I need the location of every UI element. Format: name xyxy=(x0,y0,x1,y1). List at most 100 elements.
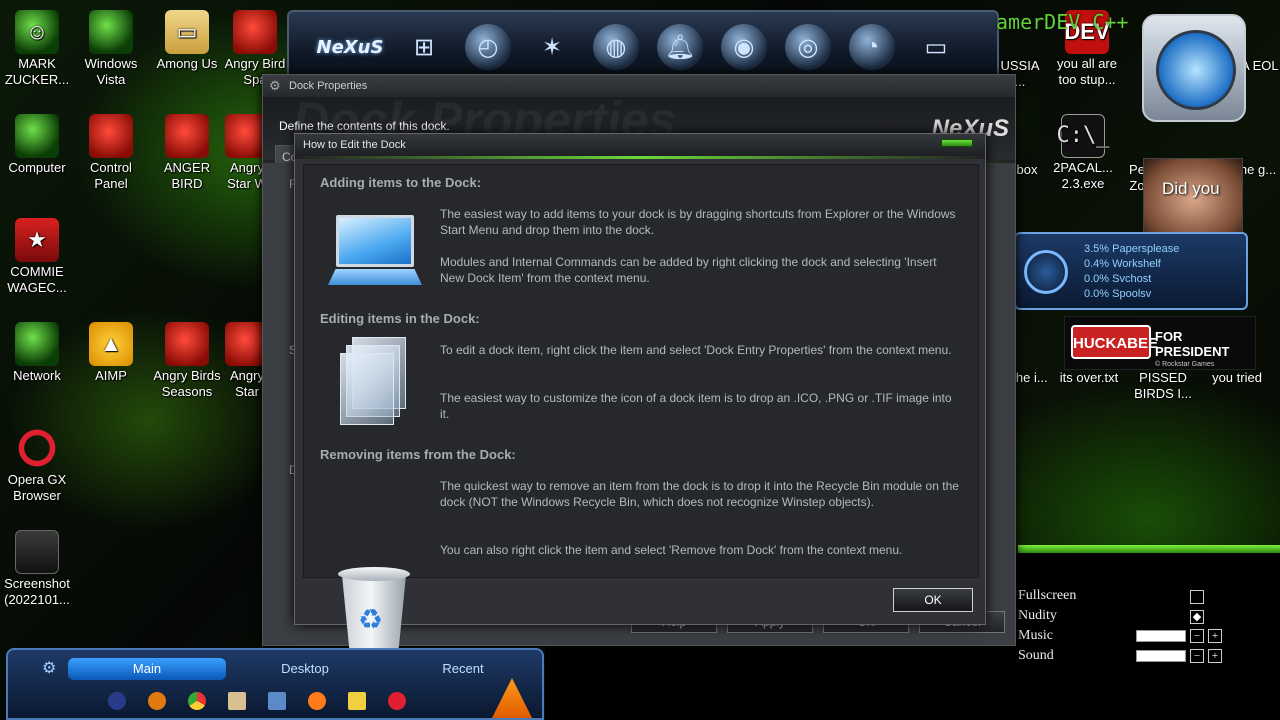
define-text: Define the contents of this dock. xyxy=(279,119,450,133)
desktop-icon-pissed-birds[interactable]: PISSED BIRDS I... xyxy=(1126,370,1200,402)
control-panel-icon xyxy=(89,114,133,158)
clock-face-icon xyxy=(1156,30,1236,110)
clock-widget[interactable] xyxy=(1142,14,1246,122)
explorer-icon[interactable] xyxy=(268,692,286,710)
book-icon[interactable] xyxy=(228,692,246,710)
webcam-icon[interactable]: ◉ xyxy=(721,24,767,70)
process-list: 3.5% Papersplease 0.4% Workshelf 0.0% Sv… xyxy=(1084,242,1179,302)
browser-icon[interactable]: ◔ xyxy=(849,24,895,70)
dock-properties-titlebar[interactable]: ⚙ Dock Properties xyxy=(263,75,1015,97)
process-row: 0.0% Svchost xyxy=(1084,273,1152,285)
computer-icon xyxy=(15,114,59,158)
music-plus-button[interactable]: + xyxy=(1208,629,1222,643)
process-row: 0.4% Workshelf xyxy=(1084,258,1161,270)
winstep-icon[interactable] xyxy=(108,692,126,710)
glass-panes-icon xyxy=(338,337,412,429)
meme-photo[interactable]: Did you xyxy=(1143,158,1243,234)
desktop-icon-angry-birds-seasons[interactable]: Angry Birds Seasons xyxy=(150,322,224,400)
nexus-logo[interactable]: NeXuS xyxy=(317,24,384,70)
desktop-icon-label: the i... xyxy=(1012,370,1048,385)
sound-plus-button[interactable]: + xyxy=(1208,649,1222,663)
shield-icon[interactable]: ✶ xyxy=(529,24,575,70)
desktop-icon-control-panel[interactable]: Control Panel xyxy=(74,114,148,192)
monitor-icon[interactable]: ▭ xyxy=(913,24,959,70)
commie-icon: ★ xyxy=(15,218,59,262)
desktop-icon-mark-zuckerberg[interactable]: ☺ MARK ZUCKER... xyxy=(0,10,74,88)
setting-label: Music xyxy=(1018,628,1053,643)
game-green-strip xyxy=(1018,545,1280,553)
music-minus-button[interactable]: − xyxy=(1190,629,1204,643)
system-monitor-widget[interactable]: 3.5% Papersplease 0.4% Workshelf 0.0% Sv… xyxy=(1014,232,1248,310)
chrome-icon[interactable] xyxy=(188,692,206,710)
desktop-icon-label: you all are too stup... xyxy=(1057,56,1117,87)
desktop-icon-label: Among Us xyxy=(156,56,218,71)
desktop-icon-you-tried[interactable]: you tried xyxy=(1200,370,1274,386)
desktop-icon-among-us[interactable]: ▭ Among Us xyxy=(150,10,224,72)
dialog-title: How to Edit the Dock xyxy=(303,139,406,151)
aimp-icon: ▲ xyxy=(89,322,133,366)
top-dock: NeXuS ⊞ ◴ ✶ ◍ 🔔︎ ◉ ◎ ◔ ▭ xyxy=(287,10,999,84)
desktop-icon-label: 2PACAL... 2.3.exe xyxy=(1053,160,1113,191)
start-tabs: Main Desktop Recent xyxy=(68,658,542,680)
screenshot-icon xyxy=(15,530,59,574)
opera-icon[interactable] xyxy=(388,692,406,710)
tab-desktop[interactable]: Desktop xyxy=(226,658,384,680)
start-panel: ⚙ Main Desktop Recent xyxy=(6,648,544,720)
clock-icon[interactable]: ◴ xyxy=(465,24,511,70)
section-paragraph: The quickest way to remove an item from … xyxy=(440,479,959,509)
fullscreen-checkbox[interactable] xyxy=(1190,590,1204,604)
desktop-icon-label: Computer xyxy=(8,160,66,175)
desktop-icon-windows-vista[interactable]: Windows Vista xyxy=(74,10,148,88)
angry-birds-seasons-icon xyxy=(165,322,209,366)
folder-icon[interactable] xyxy=(348,692,366,710)
nudity-checkbox[interactable]: ◆ xyxy=(1190,610,1204,624)
desktop-icon-opera-gx[interactable]: Opera GX Browser xyxy=(0,426,74,504)
camera-lens-icon[interactable]: ◎ xyxy=(785,24,831,70)
gear-icon: ⚙ xyxy=(269,78,281,93)
desktop-icon-label: Angry Birds Seasons xyxy=(153,368,221,399)
desktop-icon-aimp[interactable]: ▲ AIMP xyxy=(74,322,148,384)
setting-label: Nudity xyxy=(1018,608,1057,623)
desktop-icon-label: Control Panel xyxy=(90,160,132,191)
setting-nudity: Nudity ◆ xyxy=(1018,606,1258,626)
search-icon[interactable] xyxy=(148,692,166,710)
desktop-icon-its-over[interactable]: its over.txt xyxy=(1052,370,1126,386)
music-slider[interactable] xyxy=(1136,630,1186,642)
desktop-icon-label: AIMP xyxy=(95,368,127,383)
sound-minus-button[interactable]: − xyxy=(1190,649,1204,663)
desktop-icon-commie[interactable]: ★ COMMIE WAGEC... xyxy=(0,218,74,296)
vista-orb-icon xyxy=(89,10,133,54)
desktop-icon-label: Windows Vista xyxy=(84,56,138,87)
desktop-icon-anger-bird[interactable]: ANGER BIRD xyxy=(150,114,224,192)
huckabee-banner[interactable]: HUCKABEE FOR PRESIDENT © Rockstar Games xyxy=(1064,316,1256,370)
desktop-icon-2pacal[interactable]: C:\_ 2PACAL... 2.3.exe xyxy=(1046,114,1120,192)
desktop-icon-label: ANGER BIRD xyxy=(163,160,211,191)
desktop-icon-screenshot[interactable]: Screenshot (2022101... xyxy=(0,530,74,608)
huckabee-name: HUCKABEE xyxy=(1071,325,1158,359)
windows-logo-icon[interactable]: ⊞ xyxy=(401,24,447,70)
section-paragraph: You can also right click the item and se… xyxy=(440,543,903,557)
ok-button[interactable]: OK xyxy=(893,588,973,612)
section-heading-adding: Adding items to the Dock: xyxy=(320,175,482,190)
desktop-icon-network[interactable]: Network xyxy=(0,322,74,384)
bell-icon[interactable]: 🔔︎ xyxy=(657,24,703,70)
meme-caption: Did you xyxy=(1162,179,1220,198)
titlebar-green-indicator xyxy=(941,139,973,147)
vlc-icon[interactable] xyxy=(492,678,532,718)
globe-icon[interactable]: ◍ xyxy=(593,24,639,70)
huckabee-footer: © Rockstar Games xyxy=(1155,361,1215,368)
desktop-icon-computer[interactable]: Computer xyxy=(0,114,74,176)
terminal-icon: C:\_ xyxy=(1057,114,1110,158)
firefox-icon[interactable] xyxy=(308,692,326,710)
setting-music: Music − + xyxy=(1018,626,1258,646)
gamer-logo: amerDEV C++ xyxy=(996,10,1129,34)
desktop-icon-he-g[interactable]: he g... xyxy=(1238,162,1278,178)
dialog-titlebar[interactable]: How to Edit the Dock xyxy=(295,134,985,156)
network-icon xyxy=(15,322,59,366)
tab-recent[interactable]: Recent xyxy=(384,658,542,680)
sound-slider[interactable] xyxy=(1136,650,1186,662)
tab-main[interactable]: Main xyxy=(68,658,226,680)
desktop-icon-the-i[interactable]: the i... xyxy=(1010,370,1050,386)
gear-icon[interactable]: ⚙ xyxy=(42,658,56,678)
desktop-icon-label: its over.txt xyxy=(1059,370,1119,385)
